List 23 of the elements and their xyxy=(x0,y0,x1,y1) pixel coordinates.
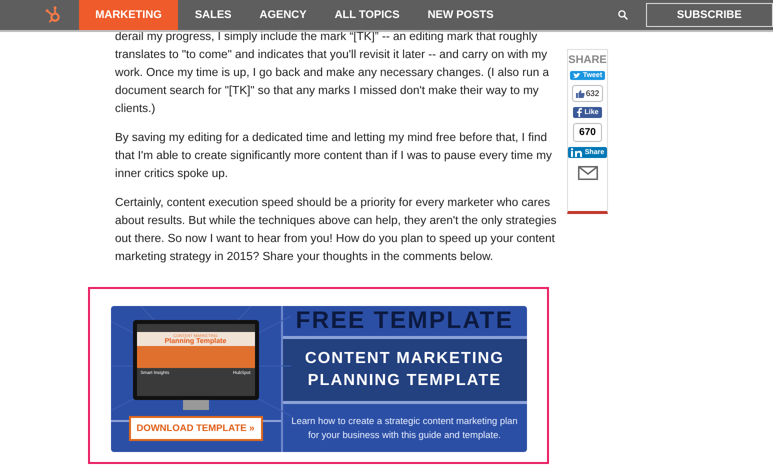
mail-icon[interactable] xyxy=(578,166,598,180)
nav-tab[interactable]: SALES xyxy=(180,0,246,30)
download-template-button[interactable]: DOWNLOAD TEMPLATE » xyxy=(128,416,262,441)
template-banner[interactable] xyxy=(110,306,526,452)
monitor-stand xyxy=(182,400,208,410)
share-heading: SHARE xyxy=(568,54,607,66)
bird-icon xyxy=(572,72,581,79)
nav-tab[interactable]: NEW POSTS xyxy=(414,0,508,30)
like-number: 632 xyxy=(586,89,600,98)
search-icon[interactable] xyxy=(618,8,628,22)
in-logo-icon xyxy=(570,148,583,157)
f-logo-icon xyxy=(576,108,582,117)
thumbs-up-icon xyxy=(576,90,585,98)
article-paragraph: Certainly, content execution speed should be a priority for every marketer who cares about results. But while the techniques above can help, they aren't the only strategies out there. So now I want to hear from you! How do you plan to speed up your content marketing strategy in 2015? Share your thoughts in the comments below. xyxy=(115,195,558,265)
nav-tab[interactable]: ALL TOPICS xyxy=(320,0,414,30)
article-paragraph: derail my progress, I simply include the mark “[TK]” -- an editing mark that roughly translates to "to come" and indicates that you'll revisit it later -- and carry on with my work. Once my time is up, I go back and make any necessary changes. (I also run a document search for "[TK]" so that any marks I missed don't make their way to my clients.) xyxy=(115,29,550,117)
subscribe-button[interactable]: SUBSCRIBE xyxy=(646,3,773,27)
nav-tab[interactable]: AGENCY xyxy=(246,0,321,30)
banner-title: CONTENT MARKETING PLANNING TEMPLATE xyxy=(304,349,506,391)
article-paragraph: By saving my editing for a dedicated time and letting my mind free before that, I find that I'm able to create significantly more content than if I was to pause every time my inner critics spoke up. xyxy=(115,130,553,182)
share-count: 670 xyxy=(573,123,602,142)
nav-tab[interactable]: MARKETING xyxy=(79,0,178,30)
banner-description: Learn how to create a strategic content marketing plan for your business with this guide and template. xyxy=(290,414,519,442)
